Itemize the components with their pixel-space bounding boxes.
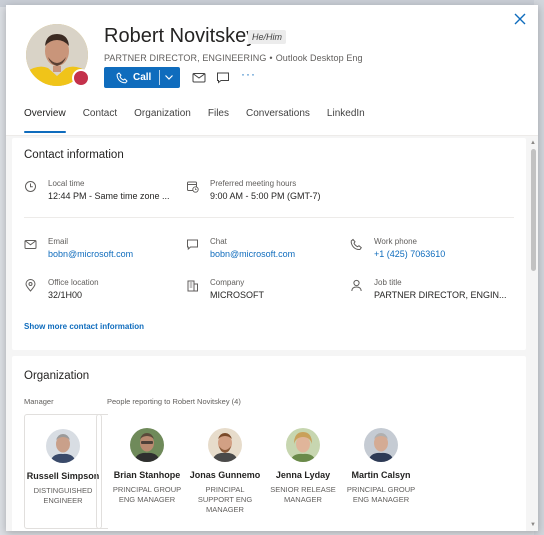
chat-icon [187,239,198,251]
phone-icon [350,238,362,251]
job-title-label: Job title [374,278,402,287]
avatar [208,428,242,462]
office-location-value: 32/1H00 [48,290,83,300]
local-time-value: 12:44 PM - Same time zone ... [48,191,170,201]
profile-name: Robert Novitskey [104,25,257,47]
organization-section-title: Organization [24,370,90,382]
profile-department: Outlook Desktop Eng [275,53,363,63]
subtitle-separator: • [269,53,273,63]
avatar [286,428,320,462]
clock-icon [25,181,36,192]
report-card[interactable]: Jenna Lyday SENIOR RELEASE MANAGER [264,414,342,529]
reports-label: People reporting to Robert Novitskey (4) [107,397,241,406]
profile-subtitle: PARTNER DIRECTOR, ENGINEERING • Outlook De… [104,53,363,63]
call-divider [159,70,160,85]
office-location-label: Office location [48,278,99,287]
tab-contact[interactable]: Contact [83,108,117,132]
job-title-value: PARTNER DIRECTOR, ENGIN... [374,290,507,300]
mail-icon [24,240,37,249]
tab-bar: Overview Contact Organization Files Conv… [24,108,382,133]
report-card[interactable]: Martin Calsyn PRINCIPAL GROUP ENG MANAGE… [342,414,420,529]
avatar [46,429,80,463]
mail-icon[interactable] [192,71,206,84]
company-label: Company [210,278,245,287]
pronouns-badge: He/Him [248,30,287,44]
report-name: Jonas Gunnemo [189,470,261,480]
chevron-down-icon[interactable] [163,71,175,83]
chat-icon[interactable] [216,71,230,84]
profile-title: PARTNER DIRECTOR, ENGINEERING [104,53,267,63]
manager-name: Russell Simpson [26,471,100,481]
report-role: SENIOR RELEASE MANAGER [270,485,336,504]
report-card[interactable]: Brian Stanhope PRINCIPAL GROUP ENG MANAG… [108,414,186,529]
report-name: Jenna Lyday [275,470,331,480]
avatar [130,428,164,462]
organization-section: Organization Manager People reporting to… [12,356,526,531]
scrollbar-thumb[interactable] [531,149,536,271]
phone-icon [116,71,128,83]
tab-organization[interactable]: Organization [134,108,191,132]
local-time-label: Local time [48,179,85,188]
report-name: Brian Stanhope [113,470,181,480]
avatar [364,428,398,462]
more-options-icon[interactable]: ··· [241,67,256,81]
email-link[interactable]: bobn@microsoft.com [48,249,133,259]
call-button-label: Call [133,72,152,83]
work-phone-link[interactable]: +1 (425) 7063610 [374,249,445,259]
report-role: PRINCIPAL GROUP ENG MANAGER [112,485,182,504]
close-icon[interactable] [512,11,528,27]
company-value: MICROSOFT [210,290,264,300]
report-card[interactable]: Jonas Gunnemo PRINCIPAL SUPPORT ENG MANA… [186,414,264,529]
report-role: PRINCIPAL GROUP ENG MANAGER [346,485,416,504]
chat-label: Chat [210,237,227,246]
manager-card[interactable]: Russell Simpson DISTINGUISHED ENGINEER [24,414,102,529]
contact-section: Contact information Local time 12:44 PM … [12,138,526,350]
tab-conversations[interactable]: Conversations [246,108,310,132]
scroll-down-icon[interactable]: ▼ [530,522,536,528]
presence-busy-icon [72,69,90,87]
show-more-contact-link[interactable]: Show more contact information [24,322,144,331]
tab-linkedin[interactable]: LinkedIn [327,108,365,132]
contact-section-title: Contact information [24,149,124,161]
chat-link[interactable]: bobn@microsoft.com [210,249,295,259]
manager-role: DISTINGUISHED ENGINEER [33,486,93,505]
call-button[interactable]: Call [104,67,180,88]
location-pin-icon [25,279,36,292]
manager-label: Manager [24,397,54,406]
building-icon [187,280,198,292]
scroll-up-icon[interactable]: ▲ [530,140,536,146]
work-phone-label: Work phone [374,237,417,246]
tab-files[interactable]: Files [208,108,229,132]
meeting-hours-value: 9:00 AM - 5:00 PM (GMT-7) [210,191,321,201]
tab-overview[interactable]: Overview [24,108,66,133]
report-role: PRINCIPAL SUPPORT ENG MANAGER [197,485,253,514]
report-name: Martin Calsyn [351,470,411,480]
calendar-clock-icon [187,181,199,193]
email-label: Email [48,237,69,246]
profile-card: Robert Novitskey He/Him PARTNER DIRECTOR… [6,5,538,531]
person-icon [351,279,362,292]
meeting-hours-label: Preferred meeting hours [210,179,297,188]
contact-divider [24,217,514,218]
